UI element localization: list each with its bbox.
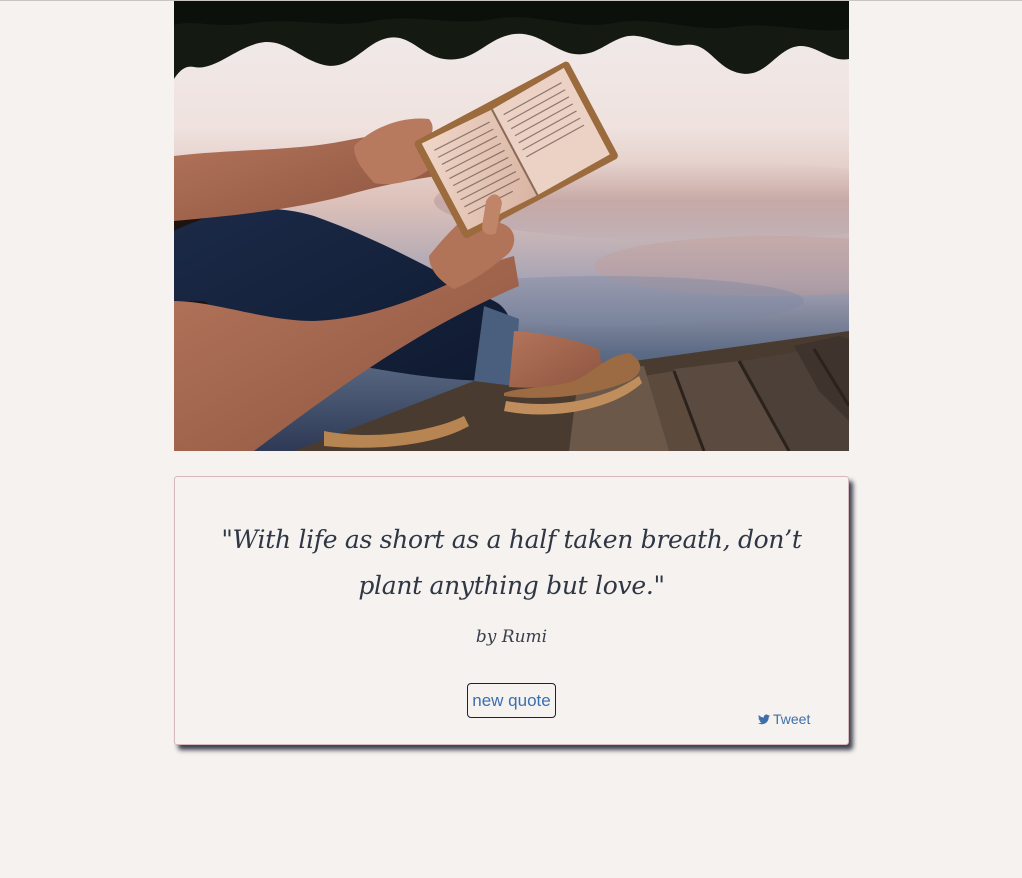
tweet-label: Tweet [773, 711, 811, 727]
quote-card: "With life as short as a half taken brea… [174, 476, 849, 745]
hero-image [174, 1, 849, 451]
quote-text: "With life as short as a half taken brea… [221, 525, 802, 600]
reading-book-photo [174, 1, 849, 451]
quote-author: by Rumi [475, 627, 548, 647]
new-quote-button[interactable]: new quote [467, 683, 556, 718]
twitter-bird-icon [758, 714, 770, 724]
tweet-button[interactable]: Tweet [758, 711, 810, 727]
